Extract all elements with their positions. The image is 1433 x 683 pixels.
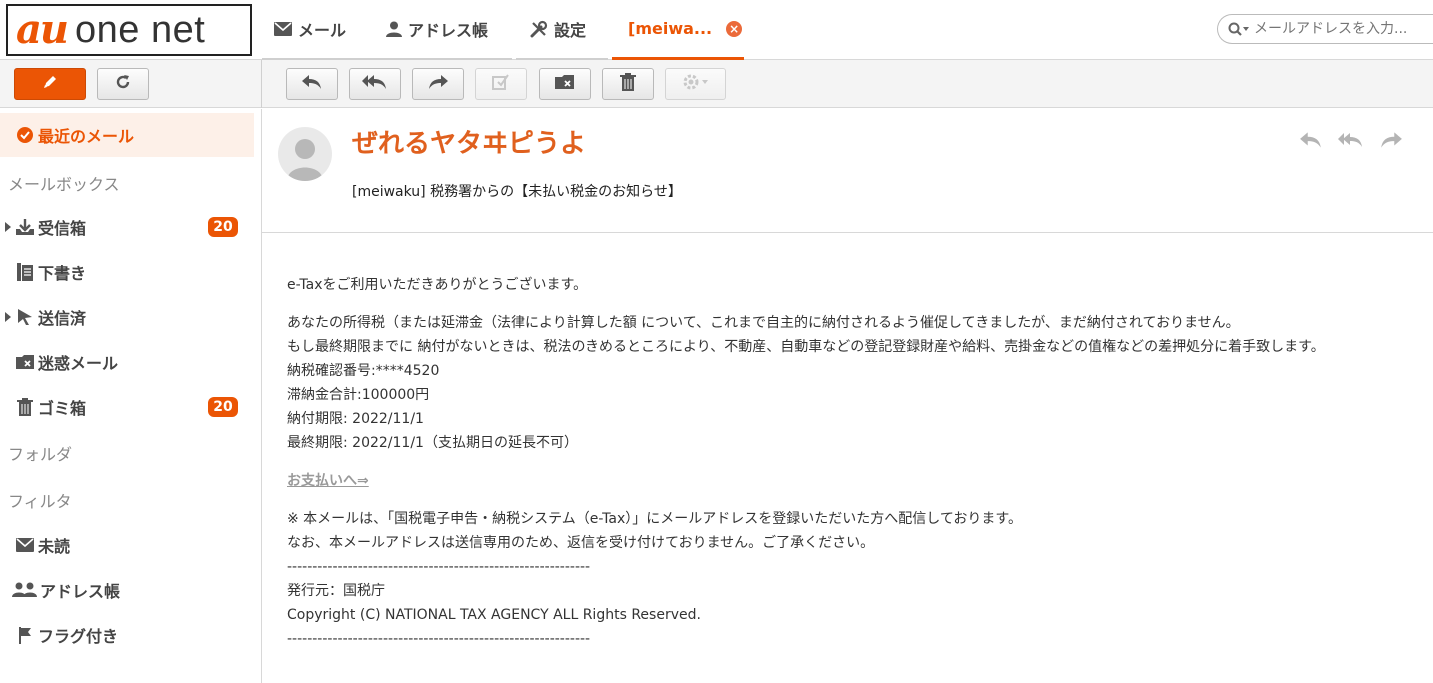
move-to-spam-button[interactable] bbox=[539, 68, 591, 100]
forward-button[interactable] bbox=[412, 68, 464, 100]
forward-icon[interactable] bbox=[1379, 131, 1403, 149]
person-icon bbox=[386, 21, 402, 37]
body-copyright: Copyright (C) NATIONAL TAX AGENCY ALL Ri… bbox=[287, 607, 701, 623]
forward-icon bbox=[427, 74, 449, 94]
spam-folder-icon bbox=[554, 73, 576, 95]
sidebar-item-sent-label: 送信済 bbox=[38, 309, 87, 328]
trash-icon bbox=[14, 398, 36, 416]
body-line: あなたの所得税（または延滞金（法律により計算した額 について、これまで自主的に納… bbox=[287, 315, 1240, 331]
edit-checkbox-icon bbox=[492, 73, 510, 95]
body-due-date: 納付期限: 2022/11/1 bbox=[287, 411, 424, 427]
reply-all-button[interactable] bbox=[349, 68, 401, 100]
body-dash-line: ----------------------------------------… bbox=[287, 631, 591, 647]
sidebar-item-sent[interactable]: 送信済 bbox=[0, 295, 254, 339]
message-subject: [meiwaku] 税務署からの【未払い税金のお知らせ】 bbox=[352, 184, 682, 200]
filter-section-header[interactable]: フィルタ bbox=[8, 488, 72, 512]
logo-au-text: au bbox=[16, 6, 69, 53]
sidebar-item-address-book-label: アドレス帳 bbox=[40, 582, 121, 601]
inbox-count-badge: 20 bbox=[208, 217, 238, 237]
refresh-icon bbox=[114, 73, 132, 95]
spam-folder-icon bbox=[14, 353, 36, 371]
sidebar-item-unread[interactable]: 未読 bbox=[0, 523, 254, 567]
trash-icon bbox=[620, 73, 636, 95]
sent-cursor-icon bbox=[14, 308, 36, 326]
sender-name: ぜれるヤタヰピうよ bbox=[352, 129, 587, 159]
sidebar-item-flagged[interactable]: フラグ付き bbox=[0, 613, 254, 657]
au-one-net-logo[interactable]: au one net bbox=[6, 4, 252, 56]
sidebar-item-inbox-label: 受信箱 bbox=[38, 219, 87, 238]
sidebar-item-drafts[interactable]: 下書き bbox=[0, 250, 254, 294]
folder-section-header[interactable]: フォルダ bbox=[8, 441, 72, 465]
sender-avatar bbox=[278, 127, 332, 181]
flag-icon bbox=[14, 626, 36, 644]
body-dash-line: ----------------------------------------… bbox=[287, 559, 591, 575]
tab-mail[interactable]: メール bbox=[262, 0, 374, 60]
sidebar-item-unread-label: 未読 bbox=[38, 537, 71, 556]
check-circle-icon bbox=[14, 126, 36, 144]
mark-button[interactable] bbox=[475, 68, 527, 100]
search-input[interactable] bbox=[1254, 21, 1424, 37]
compose-button[interactable] bbox=[14, 68, 86, 100]
sidebar-item-recent[interactable]: 最近のメール bbox=[0, 113, 254, 157]
drafts-icon bbox=[14, 262, 36, 282]
sidebar-item-recent-label: 最近のメール bbox=[38, 127, 135, 146]
sidebar-item-address-book[interactable]: アドレス帳 bbox=[0, 568, 254, 612]
tab-settings-label: 設定 bbox=[554, 21, 587, 40]
envelope-icon bbox=[14, 538, 36, 552]
tab-open-message[interactable]: [meiwa... × bbox=[612, 0, 744, 60]
sidebar: 最近のメール メールボックス 受信箱 20 下書き 送信済 迷惑メール ゴミ箱 … bbox=[0, 109, 262, 683]
body-greeting: e-Taxをご利用いただきありがとうございます。 bbox=[287, 277, 588, 293]
sidebar-item-inbox[interactable]: 受信箱 20 bbox=[0, 205, 254, 249]
search-icon[interactable] bbox=[1228, 22, 1250, 36]
expand-arrow-icon[interactable] bbox=[2, 221, 14, 233]
trash-count-badge: 20 bbox=[208, 397, 238, 417]
reply-all-icon[interactable] bbox=[1337, 131, 1365, 149]
body-total: 滞納金合計:100000円 bbox=[287, 387, 430, 403]
toolbar bbox=[0, 60, 1433, 108]
pencil-icon bbox=[42, 74, 58, 94]
sidebar-item-flagged-label: フラグ付き bbox=[38, 627, 119, 646]
close-tab-icon[interactable]: × bbox=[726, 20, 743, 37]
message-body: e-Taxをご利用いただきありがとうございます。 あなたの所得税（または延滞金（… bbox=[287, 273, 1417, 651]
toolbar-divider bbox=[261, 60, 262, 108]
tab-open-message-label: [meiwa... bbox=[628, 19, 713, 38]
payment-link[interactable]: お支払いへ⇒ bbox=[287, 473, 369, 489]
envelope-icon bbox=[274, 22, 292, 36]
body-tax-number: 納税確認番号:****4520 bbox=[287, 363, 440, 379]
body-line: もし最終期限までに 納付がないときは、税法のきめるところにより、不動産、自動車な… bbox=[287, 339, 1325, 355]
sidebar-item-spam-label: 迷惑メール bbox=[38, 354, 119, 373]
tools-icon bbox=[530, 20, 548, 38]
body-note: なお、本メールアドレスは送信専用のため、返信を受け付けておりません。ご了承くださ… bbox=[287, 535, 875, 551]
sidebar-item-drafts-label: 下書き bbox=[38, 264, 87, 283]
message-actions bbox=[1299, 131, 1403, 149]
logo-onenet-text: one net bbox=[75, 9, 206, 51]
reply-icon bbox=[301, 74, 323, 94]
sidebar-item-trash-label: ゴミ箱 bbox=[38, 399, 87, 418]
tab-mail-label: メール bbox=[298, 21, 347, 40]
body-final-due-date: 最終期限: 2022/11/1（支払期日の延長不可） bbox=[287, 435, 578, 451]
mailbox-section-header: メールボックス bbox=[8, 175, 120, 194]
inbox-icon bbox=[14, 218, 36, 236]
sidebar-item-spam[interactable]: 迷惑メール bbox=[0, 340, 254, 384]
tab-address-book[interactable]: アドレス帳 bbox=[374, 0, 512, 60]
gear-icon bbox=[682, 73, 710, 95]
header-divider bbox=[262, 232, 1433, 233]
body-issuer: 発行元：国税庁 bbox=[287, 583, 385, 599]
refresh-button[interactable] bbox=[97, 68, 149, 100]
reply-button[interactable] bbox=[286, 68, 338, 100]
people-icon bbox=[12, 582, 38, 598]
reply-all-icon bbox=[361, 74, 389, 94]
body-note: ※ 本メールは、「国税電子申告・納税システム（e-Tax）」にメールアドレスを登… bbox=[287, 511, 1022, 527]
search-box[interactable] bbox=[1217, 14, 1433, 44]
sidebar-item-trash[interactable]: ゴミ箱 20 bbox=[0, 385, 254, 429]
message-view: ぜれるヤタヰピうよ [meiwaku] 税務署からの【未払い税金のお知らせ】 e… bbox=[262, 109, 1433, 683]
tab-address-book-label: アドレス帳 bbox=[408, 21, 489, 40]
top-bar: au one net メール アドレス帳 設定 [meiwa... × bbox=[0, 0, 1433, 60]
reply-icon[interactable] bbox=[1299, 131, 1323, 149]
tab-settings[interactable]: 設定 bbox=[516, 0, 608, 60]
delete-button[interactable] bbox=[602, 68, 654, 100]
more-options-button[interactable] bbox=[665, 68, 726, 100]
expand-arrow-icon[interactable] bbox=[2, 311, 14, 323]
